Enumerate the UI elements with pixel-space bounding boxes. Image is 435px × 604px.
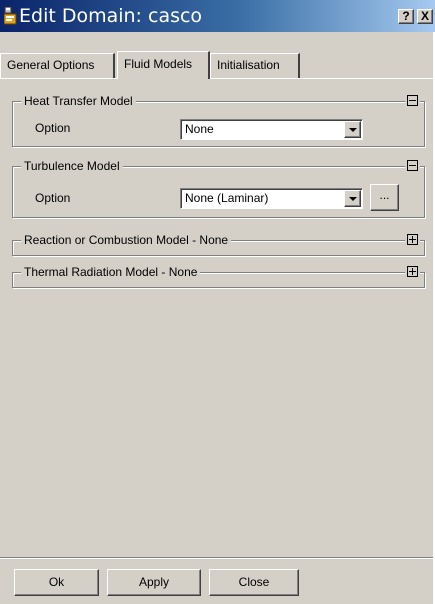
chevron-down-icon[interactable] bbox=[344, 190, 361, 207]
dialog-title: Edit Domain: casco bbox=[19, 5, 203, 27]
application-icon bbox=[4, 7, 17, 25]
apply-button[interactable]: Apply bbox=[107, 569, 201, 596]
thermal-radiation-group: Thermal Radiation Model - None bbox=[12, 265, 425, 288]
close-window-button[interactable]: X bbox=[417, 9, 433, 24]
heat-transfer-option-select[interactable]: None bbox=[180, 119, 363, 140]
tab-initialisation[interactable]: Initialisation bbox=[210, 53, 300, 78]
close-button[interactable]: Close bbox=[209, 569, 299, 596]
edit-domain-dialog: Edit Domain: casco ? X General Options F… bbox=[0, 0, 435, 604]
turbulence-group: Turbulence Model Option None (Laminar) .… bbox=[12, 159, 425, 218]
turbulence-option-select[interactable]: None (Laminar) bbox=[180, 188, 363, 209]
title-bar[interactable]: Edit Domain: casco ? X bbox=[0, 0, 435, 32]
collapse-heat-transfer-icon[interactable] bbox=[407, 95, 418, 106]
heat-transfer-title: Heat Transfer Model bbox=[21, 94, 136, 108]
help-button[interactable]: ? bbox=[398, 9, 414, 24]
thermal-radiation-title: Thermal Radiation Model - None bbox=[21, 265, 201, 279]
turbulence-more-button[interactable]: ... bbox=[370, 184, 399, 211]
tab-general-options[interactable]: General Options bbox=[0, 53, 115, 78]
tab-fluid-models[interactable]: Fluid Models bbox=[117, 51, 210, 79]
expand-reaction-icon[interactable] bbox=[407, 234, 418, 245]
collapse-turbulence-icon[interactable] bbox=[407, 160, 418, 171]
heat-transfer-option-value: None bbox=[185, 122, 214, 136]
ok-button[interactable]: Ok bbox=[14, 569, 99, 596]
tab-strip-divider bbox=[0, 78, 435, 79]
button-bar-divider bbox=[0, 557, 435, 558]
reaction-combustion-title: Reaction or Combustion Model - None bbox=[21, 233, 232, 247]
reaction-combustion-group: Reaction or Combustion Model - None bbox=[12, 233, 425, 256]
heat-transfer-group: Heat Transfer Model Option None bbox=[12, 94, 425, 147]
turbulence-title: Turbulence Model bbox=[21, 159, 123, 173]
heat-transfer-option-label: Option bbox=[35, 121, 71, 135]
expand-radiation-icon[interactable] bbox=[407, 266, 418, 277]
chevron-down-icon[interactable] bbox=[344, 121, 361, 138]
turbulence-option-value: None (Laminar) bbox=[185, 191, 269, 205]
turbulence-option-label: Option bbox=[35, 191, 71, 205]
